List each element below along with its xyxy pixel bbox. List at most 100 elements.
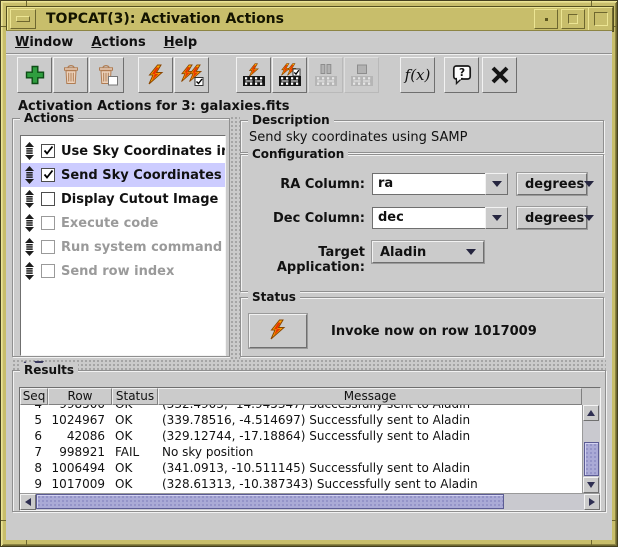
titlebar[interactable]: TOPCAT(3): Activation Actions [6, 6, 614, 32]
sequence-invoke-button[interactable] [236, 57, 271, 93]
split-divider-vertical[interactable] [230, 116, 240, 359]
action-item-send-sky-coordinates[interactable]: Send Sky Coordinates [21, 163, 225, 187]
action-item-execute-code[interactable]: Execute code [21, 211, 225, 235]
chevron-down-icon [584, 215, 594, 221]
film-pause-icon [314, 63, 338, 87]
drag-handle-icon[interactable] [24, 166, 35, 184]
results-panel: Results Seq Row Status Message 4998500OK… [12, 370, 606, 512]
result-row-7[interactable]: 7998921FAILNo sky position [20, 444, 582, 460]
actions-list[interactable]: Use Sky Coordinates in TOPCATSend Sky Co… [20, 135, 226, 356]
ra-column-dropdown-button[interactable] [485, 173, 508, 195]
dec-column-input[interactable]: dec [372, 207, 485, 229]
action-item-send-row-index[interactable]: Send row index [21, 259, 225, 283]
maximize-button[interactable] [561, 9, 585, 29]
action-checkbox[interactable] [41, 264, 55, 278]
target-application-combobox[interactable]: Aladin [372, 241, 484, 263]
result-row-6[interactable]: 642086OK(329.12744, -17.18864) Successfu… [20, 428, 582, 444]
window-title: TOPCAT(3): Activation Actions [46, 11, 534, 27]
scroll-up-button[interactable] [583, 405, 599, 421]
result-cell: 5 [20, 413, 48, 427]
scroll-down-button[interactable] [583, 477, 599, 493]
target-application-row: Target Application: Aladin [241, 241, 603, 265]
result-row-5[interactable]: 51024967OK(339.78516, -4.514697) Success… [20, 412, 582, 428]
arrow-right-icon [589, 498, 595, 506]
film-bolt-all-icon [278, 63, 302, 87]
column-header-seq[interactable]: Seq [20, 388, 48, 405]
dec-unit-combobox[interactable]: degrees [517, 207, 587, 229]
sequence-invoke-all-button[interactable] [272, 57, 307, 93]
status-row: Invoke now on row 1017009 [249, 314, 537, 348]
add-action-button[interactable] [17, 57, 52, 93]
invoke-action-button[interactable] [138, 57, 173, 93]
film-bolt-icon [242, 63, 266, 87]
action-item-use-sky-coordinates-in-topcat[interactable]: Use Sky Coordinates in TOPCAT [21, 139, 225, 163]
result-row-9[interactable]: 91017009OK(328.61313, -10.387343) Succes… [20, 476, 582, 492]
function-button[interactable]: f(x) [400, 57, 435, 93]
ra-column-combobox[interactable]: ra [372, 173, 509, 197]
scroll-left-button[interactable] [20, 494, 36, 510]
dec-column-combobox[interactable]: dec [372, 207, 509, 231]
ra-unit-value: degrees [525, 177, 584, 192]
bolt-all-icon [180, 64, 204, 86]
target-application-label: Target Application: [241, 245, 365, 275]
scroll-right-button[interactable] [584, 494, 600, 510]
chevron-down-icon [492, 181, 502, 187]
menu-actions[interactable]: Actions [82, 35, 154, 50]
resize-corner-button[interactable] [588, 7, 613, 31]
action-item-run-system-command[interactable]: Run system command [21, 235, 225, 259]
remove-all-actions-button[interactable] [89, 57, 124, 93]
dec-column-row: Dec Column: dec degrees [241, 207, 603, 231]
close-button[interactable] [482, 57, 517, 93]
drag-handle-icon[interactable] [24, 214, 35, 232]
menu-window[interactable]: Window [6, 35, 82, 50]
help-button[interactable]: ? [444, 57, 479, 93]
result-cell: OK [112, 405, 158, 411]
result-cell: 42086 [48, 429, 112, 443]
dec-unit-value: degrees [525, 211, 584, 226]
result-row-4[interactable]: 4998500OK(332.4903, -14.945347) Successf… [20, 405, 582, 412]
action-checkbox[interactable] [41, 240, 55, 254]
result-cell: (339.78516, -4.514697) Successfully sent… [158, 413, 582, 427]
invoke-button[interactable] [249, 314, 307, 348]
ra-column-input[interactable]: ra [372, 173, 485, 195]
actions-panel: Actions Use Sky Coordinates in TOPCATSen… [12, 118, 230, 357]
drag-handle-icon[interactable] [24, 238, 35, 256]
column-header-row[interactable]: Row [48, 388, 112, 405]
plus-icon [24, 64, 46, 86]
drag-handle-icon[interactable] [24, 190, 35, 208]
action-checkbox[interactable] [41, 192, 55, 206]
horizontal-scrollbar[interactable] [20, 493, 600, 510]
target-application-value: Aladin [380, 245, 426, 260]
action-checkbox[interactable] [41, 216, 55, 230]
remove-action-button[interactable] [53, 57, 88, 93]
drag-handle-icon[interactable] [24, 262, 35, 280]
column-header-message[interactable]: Message [158, 388, 582, 405]
minimize-icon [545, 18, 548, 21]
split-divider-horizontal[interactable] [12, 359, 606, 370]
result-cell: OK [112, 461, 158, 475]
results-table[interactable]: 4998500OK(332.4903, -14.945347) Successf… [20, 405, 582, 493]
ra-unit-combobox[interactable]: degrees [517, 173, 587, 195]
action-checkbox[interactable] [41, 168, 55, 182]
result-cell: 1017009 [48, 477, 112, 491]
pause-sequence-button [308, 57, 343, 93]
horizontal-scrollbar-thumb[interactable] [36, 494, 504, 509]
trash-all-icon [95, 64, 119, 86]
vertical-scrollbar[interactable] [582, 405, 600, 493]
result-cell: 998921 [48, 445, 112, 459]
vertical-scrollbar-thumb[interactable] [584, 442, 599, 476]
minimize-button[interactable] [534, 9, 558, 29]
action-checkbox[interactable] [41, 144, 55, 158]
column-header-status[interactable]: Status [112, 388, 158, 405]
lightning-bolt-icon [267, 319, 289, 344]
result-row-8[interactable]: 81006494OK(341.0913, -10.511145) Success… [20, 460, 582, 476]
result-cell: 7 [20, 445, 48, 459]
action-item-display-cutout-image[interactable]: Display Cutout Image [21, 187, 225, 211]
window-menu-dash-icon [16, 16, 30, 22]
menu-help[interactable]: Help [155, 35, 206, 50]
window-menu-button[interactable] [10, 9, 36, 29]
result-cell: (328.61313, -10.387343) Successfully sen… [158, 477, 582, 491]
drag-handle-icon[interactable] [24, 142, 35, 160]
invoke-all-actions-button[interactable] [174, 57, 209, 93]
dec-column-dropdown-button[interactable] [485, 207, 508, 229]
